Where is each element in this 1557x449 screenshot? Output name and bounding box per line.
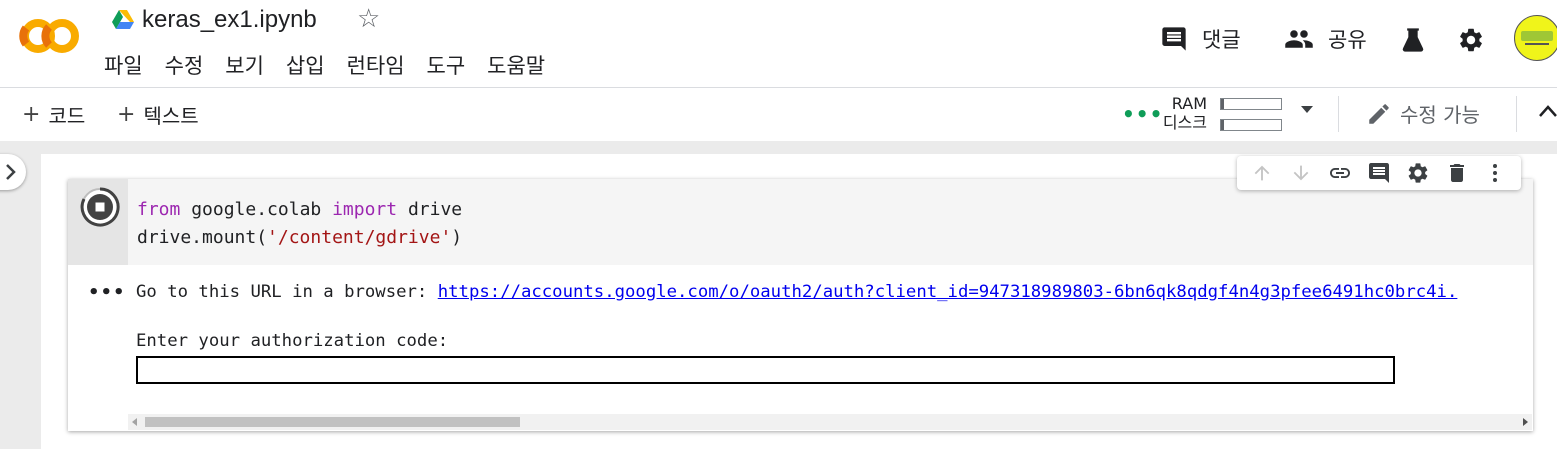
add-code-label: 코드 [48, 104, 86, 128]
avatar-logo-icon [1521, 31, 1553, 45]
ram-label: RAM [1171, 94, 1207, 113]
code-token: ) [451, 227, 463, 248]
code-keyword: from [137, 199, 181, 220]
code-token: google.colab [180, 199, 333, 220]
disk-label: 디스크 [1162, 113, 1207, 132]
add-comment-button[interactable] [1366, 160, 1392, 186]
settings-gear-icon[interactable] [1456, 26, 1486, 54]
code-keyword: import [332, 199, 398, 220]
menu-tools[interactable]: 도구 [427, 50, 466, 80]
code-token: drive.mount( [137, 227, 268, 248]
add-text-button[interactable]: + 텍스트 [117, 100, 199, 129]
menu-view[interactable]: 보기 [225, 50, 264, 80]
google-drive-icon [112, 10, 134, 29]
move-cell-down-button[interactable] [1288, 160, 1314, 186]
code-text: from google.colab import drive drive.mou… [137, 196, 462, 252]
notebook-title[interactable]: keras_ex1.ipynb [142, 6, 317, 34]
plus-icon: + [117, 102, 136, 127]
stop-execution-button[interactable] [80, 187, 120, 227]
menu-edit[interactable]: 수정 [165, 50, 204, 80]
chevron-right-icon [6, 164, 16, 180]
trash-icon [1449, 164, 1464, 182]
output-menu-icon[interactable]: ••• [88, 282, 126, 303]
copy-link-button[interactable] [1327, 160, 1353, 186]
output-horizontal-scrollbar[interactable] [128, 414, 1532, 430]
resource-labels[interactable]: RAM 디스크 [1155, 94, 1207, 132]
output-prefix: Go to this URL in a browser: [136, 282, 438, 302]
auth-code-input[interactable] [136, 356, 1395, 384]
user-avatar[interactable] [1514, 15, 1557, 61]
move-cell-up-button[interactable] [1249, 160, 1275, 186]
output-text: Go to this URL in a browser: https://acc… [136, 279, 1531, 305]
scrollbar-thumb[interactable] [145, 417, 520, 427]
colab-logo [19, 19, 79, 53]
more-vert-icon [1493, 164, 1498, 182]
toolbar-divider [1516, 96, 1517, 132]
auth-url-link[interactable]: https://accounts.google.com/o/oauth2/aut… [438, 282, 1458, 302]
add-code-button[interactable]: + 코드 [22, 100, 85, 129]
ram-usage-bar[interactable] [1220, 98, 1282, 110]
code-string: '/content/gdrive' [267, 227, 452, 248]
comment-icon [1368, 163, 1389, 183]
pencil-icon [1369, 103, 1389, 124]
star-icon[interactable]: ☆ [357, 4, 380, 34]
disk-usage-fill [1221, 120, 1224, 130]
menu-bar: 파일 수정 보기 삽입 런타임 도구 도움말 [104, 50, 545, 80]
menu-help[interactable]: 도움말 [487, 50, 545, 80]
delete-cell-button[interactable] [1444, 160, 1470, 186]
flask-icon[interactable] [1398, 26, 1428, 54]
scroll-right-icon[interactable] [1523, 418, 1528, 426]
cell-toolbar [1237, 156, 1521, 190]
cell-settings-button[interactable] [1405, 160, 1431, 186]
link-icon [1330, 168, 1351, 178]
editing-mode-label: 수정 가능 [1400, 103, 1480, 127]
people-icon [1285, 30, 1313, 48]
toolbar-divider [1338, 96, 1339, 132]
menu-file[interactable]: 파일 [104, 50, 143, 80]
ram-usage-fill [1221, 99, 1224, 109]
plus-icon: + [22, 102, 41, 127]
resources-dropdown-icon[interactable] [1301, 106, 1313, 113]
code-token: drive [397, 199, 463, 220]
arrow-up-icon [1255, 165, 1270, 181]
editing-mode-button[interactable]: 수정 가능 [1366, 99, 1480, 128]
comment-button[interactable]: 댓글 [1160, 24, 1241, 54]
header-divider [0, 87, 1557, 88]
auth-prompt: Enter your authorization code: [136, 331, 449, 351]
menu-insert[interactable]: 삽입 [286, 50, 325, 80]
gear-icon [1408, 163, 1428, 183]
share-label: 공유 [1328, 28, 1367, 52]
collapse-header-icon[interactable] [1538, 104, 1557, 118]
add-text-label: 텍스트 [143, 104, 199, 128]
comment-icon [1162, 27, 1186, 51]
scroll-left-icon[interactable] [132, 418, 137, 426]
comment-label: 댓글 [1202, 28, 1241, 52]
menu-runtime[interactable]: 런타임 [347, 50, 405, 80]
more-actions-button[interactable] [1482, 160, 1508, 186]
disk-usage-bar[interactable] [1220, 119, 1282, 131]
arrow-down-icon [1293, 165, 1309, 181]
share-button[interactable]: 공유 [1284, 24, 1367, 54]
